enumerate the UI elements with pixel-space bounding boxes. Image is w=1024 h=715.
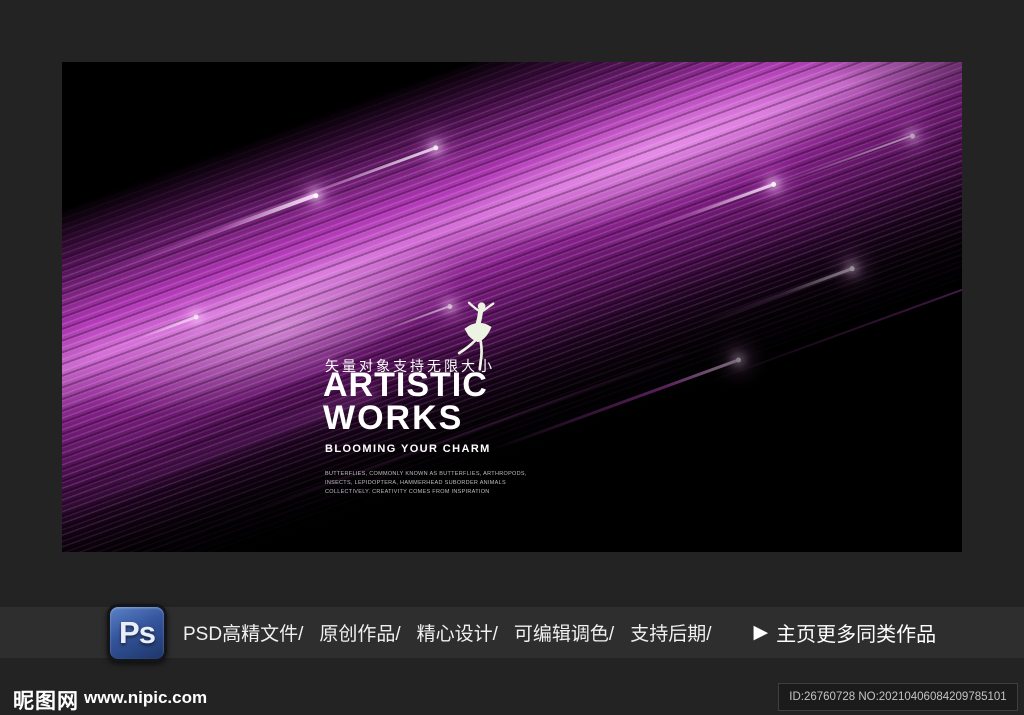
page-canvas: 矢量对象支持无限大小 ARTISTIC WORKS BLOOMING YOUR … [0, 0, 1024, 715]
poster-description: BUTTERFLIES, COMMONLY KNOWN AS BUTTERFLI… [325, 470, 527, 497]
play-triangle-icon: ▶ [753, 622, 769, 643]
feature-item: 支持后期/ [630, 624, 712, 645]
feature-item: 可编辑调色/ [513, 624, 615, 645]
photoshop-icon: Ps [107, 604, 167, 662]
watermark-bar: 昵图网 www.nipic.com ID:26760728 NO:2021040… [0, 678, 1024, 715]
nipic-logo: 昵图网 [13, 690, 79, 713]
feature-bar: Ps PSD高精文件/ 原创作品/ 精心设计/ 可编辑调色/ 支持后期/ ▶ 主… [0, 604, 1024, 662]
site-url-text: www.nipic.com [84, 688, 208, 707]
image-id-badge: ID:26760728 NO:20210406084209785101 [778, 683, 1018, 711]
feature-item: 原创作品/ [319, 624, 401, 645]
feature-list: PSD高精文件/ 原创作品/ 精心设计/ 可编辑调色/ 支持后期/ ▶ 主页更多… [183, 607, 936, 658]
poster-subtitle: BLOOMING YOUR CHARM [325, 443, 491, 455]
poster-title-line1: ARTISTIC [323, 366, 488, 404]
description-line: INSECTS, LEPIDOPTERA, HAMMERHEAD SUBORDE… [325, 480, 506, 486]
feature-item: 精心设计/ [416, 624, 498, 645]
poster-text-block: 矢量对象支持无限大小 ARTISTIC WORKS BLOOMING YOUR … [62, 62, 962, 552]
more-works-link[interactable]: ▶ 主页更多同类作品 [753, 618, 936, 647]
poster-preview: 矢量对象支持无限大小 ARTISTIC WORKS BLOOMING YOUR … [62, 62, 962, 552]
description-line: BUTTERFLIES, COMMONLY KNOWN AS BUTTERFLI… [325, 471, 527, 477]
feature-item: PSD高精文件/ [183, 624, 304, 645]
photoshop-icon-label: Ps [119, 615, 156, 650]
more-works-label: 主页更多同类作品 [776, 624, 937, 646]
poster-title-line2: WORKS [323, 399, 464, 437]
description-line: COLLECTIVELY. CREATIVITY COMES FROM INSP… [325, 489, 490, 495]
